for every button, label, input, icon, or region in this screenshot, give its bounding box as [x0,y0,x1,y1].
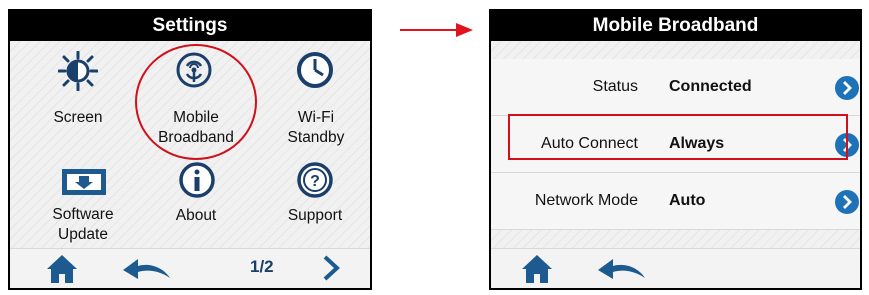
mobile-broadband-highlight-circle [135,44,257,160]
row-network-mode-label: Network Mode [534,192,638,209]
page-indicator: 1/2 [250,257,274,276]
list-top-spacer [491,41,860,59]
menu-item-software-update-label: Software Update [52,206,114,243]
row-network-mode-value: Auto [669,192,706,209]
chevron-circle-icon[interactable] [835,190,859,214]
chevron-circle-icon[interactable] [835,76,859,100]
help-icon: ? [297,162,333,198]
row-status-value: Connected [669,78,752,95]
settings-title: Settings [10,11,370,41]
arrow-right-icon [400,23,473,37]
svg-text:?: ? [310,173,320,190]
download-icon [62,169,106,195]
home-icon[interactable] [521,254,553,284]
menu-item-screen-label: Screen [53,109,103,126]
menu-item-support-label: Support [287,207,343,224]
back-icon[interactable] [122,258,172,280]
row-status[interactable]: Status Connected [491,59,860,116]
menu-item-wifi-standby-label: Wi-Fi Standby [287,109,345,146]
mobile-broadband-bottom-bar [491,248,860,288]
clock-icon [297,52,333,88]
brightness-icon [58,51,98,91]
mobile-broadband-title: Mobile Broadband [491,11,860,41]
menu-item-about-label: About [175,207,217,224]
info-icon [179,162,215,198]
settings-bottom-bar: 1/2 [10,248,370,288]
home-icon[interactable] [46,254,78,284]
auto-connect-highlight-rect [508,114,848,160]
chevron-right-icon[interactable] [322,255,340,281]
row-network-mode[interactable]: Network Mode Auto [491,173,860,230]
back-icon[interactable] [597,258,647,280]
row-status-label: Status [592,78,638,95]
